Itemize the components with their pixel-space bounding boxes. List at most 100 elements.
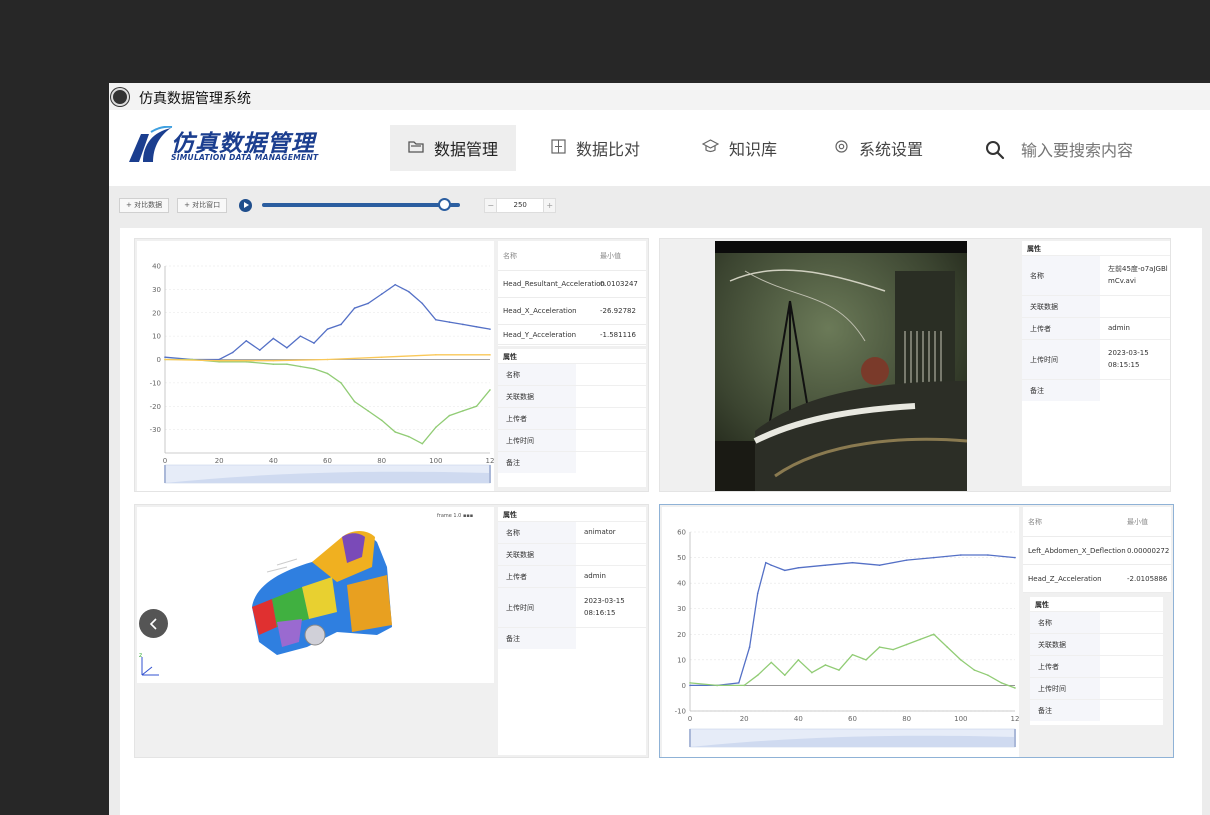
- stepper-minus-button[interactable]: −: [484, 197, 498, 213]
- property-row: 名称: [1030, 611, 1163, 633]
- col-header-min: 最小值: [600, 251, 621, 260]
- data-zoom-handle-right[interactable]: [489, 465, 491, 483]
- data-point: [462, 323, 464, 326]
- series-name: Head_Z_Acceleration: [1028, 574, 1102, 583]
- data-zoom-handle-left[interactable]: [164, 465, 166, 483]
- property-row: 名称: [498, 363, 646, 385]
- y-tick-label: 0: [682, 682, 686, 690]
- series-line-1[interactable]: [690, 554, 1016, 687]
- property-value: animator: [584, 527, 616, 536]
- data-point: [946, 646, 949, 648]
- series-line-2[interactable]: [689, 633, 1016, 689]
- data-point: [878, 564, 881, 567]
- chart-container: 60 50 40 30 20 10 0 -10 0 20 40 60 80 100 12: [662, 507, 1019, 757]
- data-point: [299, 335, 302, 337]
- search-box[interactable]: [985, 136, 1159, 164]
- content-area: 40 30 20 10 0 -10 -20 -30 0 20 40 60 80 100 12 名称 最小值 …: [120, 228, 1202, 815]
- table-row[interactable]: Head_X_Acceleration -26.92782: [498, 298, 646, 325]
- data-point: [783, 674, 786, 676]
- play-button[interactable]: [239, 198, 253, 212]
- data-point: [326, 372, 329, 375]
- add-compare-data-button[interactable]: + 对比数据: [119, 197, 170, 213]
- series-name: Left_Abdomen_X_Deflection: [1028, 546, 1126, 555]
- data-point: [743, 684, 745, 687]
- property-key: 上传者: [498, 408, 576, 429]
- x-tick-label: 60: [323, 457, 332, 465]
- data-zoom-handle-right[interactable]: [1014, 729, 1016, 747]
- search-icon[interactable]: [985, 140, 1005, 160]
- property-key: 上传者: [1030, 656, 1100, 677]
- data-point: [756, 592, 759, 595]
- car-model-image: z frame 1.0 ▪▪▪: [139, 513, 473, 676]
- table-row[interactable]: Head_Y_Acceleration -1.581116: [498, 325, 646, 345]
- data-point: [231, 351, 234, 354]
- series-min: -1.581116: [600, 330, 636, 339]
- data-point: [987, 674, 989, 676]
- stepper-value[interactable]: 250: [497, 197, 544, 213]
- data-point: [865, 659, 867, 661]
- gear-icon: [834, 139, 849, 158]
- chevron-left-icon: [149, 617, 157, 630]
- properties-title: 属性: [503, 511, 517, 519]
- slider-thumb[interactable]: [437, 198, 451, 211]
- y-tick-label: -10: [150, 379, 161, 387]
- data-point: [380, 293, 383, 295]
- nav-data-compare[interactable]: 数据比对: [533, 125, 658, 171]
- properties-panel: 属性 名称 左前45度-o7aJGBlmCv.avi 关联数据 上传者 admin …: [1022, 241, 1170, 486]
- x-tick-label: 80: [902, 715, 911, 723]
- series-min: 0.0103247: [600, 280, 638, 288]
- property-row: 备注: [498, 627, 646, 649]
- search-input[interactable]: [1019, 139, 1159, 161]
- property-value: [1100, 380, 1170, 401]
- y-tick-label: 30: [152, 286, 161, 294]
- property-key: 名称: [1030, 612, 1100, 633]
- previous-arrow-button[interactable]: [139, 609, 168, 638]
- nav-knowledge-base[interactable]: 知识库: [684, 125, 795, 171]
- table-row[interactable]: Head_Resultant_Acceleration 0.0103247: [498, 271, 646, 298]
- line-chart-2[interactable]: 6050403020100-100 20 40 60 80 100 12: [662, 507, 1019, 757]
- logo[interactable]: 仿真数据管理 SIMULATION DATA MANAGEMENT: [127, 124, 332, 170]
- nav-data-management[interactable]: 数据管理: [390, 125, 517, 171]
- video-frame[interactable]: [715, 241, 967, 491]
- property-row: 备注: [1022, 379, 1170, 401]
- table-row[interactable]: Head_Z_Acceleration -2.0105886: [1023, 565, 1171, 593]
- col-header-min: 最小值: [1127, 517, 1148, 526]
- col-header-name: 名称: [503, 251, 517, 260]
- nav-label: 数据比对: [576, 140, 641, 159]
- property-value: 左前45度-o7aJGBlmCv.avi: [1108, 264, 1168, 285]
- property-key: 备注: [498, 452, 576, 473]
- data-point: [326, 358, 329, 361]
- series-line-2[interactable]: [165, 358, 491, 445]
- property-value: [576, 544, 646, 565]
- add-compare-window-button[interactable]: + 对比窗口: [177, 197, 228, 213]
- data-zoom-handle-left[interactable]: [689, 729, 691, 747]
- data-point: [932, 556, 935, 559]
- data-point: [367, 410, 369, 412]
- series-table: 名称 最小值 Head_Resultant_Acceleration 0.010…: [498, 241, 646, 346]
- data-point: [448, 414, 451, 417]
- data-point: [905, 643, 908, 646]
- timeline-slider[interactable]: [262, 198, 466, 212]
- table-row[interactable]: Left_Abdomen_X_Deflection 0.00000272: [1023, 537, 1171, 565]
- data-point: [245, 340, 248, 342]
- series-line-1[interactable]: [164, 283, 491, 361]
- data-point: [272, 337, 275, 340]
- data-point: [367, 302, 369, 305]
- stepper-plus-button[interactable]: +: [543, 197, 557, 213]
- property-row: 上传者 admin: [1022, 317, 1170, 339]
- series-min: -2.0105886: [1127, 574, 1168, 583]
- property-row: 上传时间 2023-03-15 08:15:15: [1022, 339, 1170, 379]
- x-tick-label: 40: [794, 715, 803, 723]
- nav-system-settings[interactable]: 系统设置: [816, 125, 941, 171]
- table-header: 名称 最小值: [1023, 507, 1171, 537]
- x-tick-label: 0: [163, 457, 167, 465]
- property-row: 备注: [498, 451, 646, 473]
- data-point: [960, 659, 962, 661]
- property-value: [576, 628, 646, 649]
- data-point: [797, 567, 800, 569]
- line-chart-1[interactable]: 403020100-10-20-300 20 40 60 80 100 12: [137, 241, 494, 491]
- panel-animator: z frame 1.0 ▪▪▪ 属性 名称 animator 关联数据 上传者 ad…: [134, 504, 649, 758]
- property-value: admin: [584, 571, 606, 580]
- animator-viewport[interactable]: z frame 1.0 ▪▪▪: [137, 507, 494, 683]
- property-key: 关联数据: [498, 386, 576, 407]
